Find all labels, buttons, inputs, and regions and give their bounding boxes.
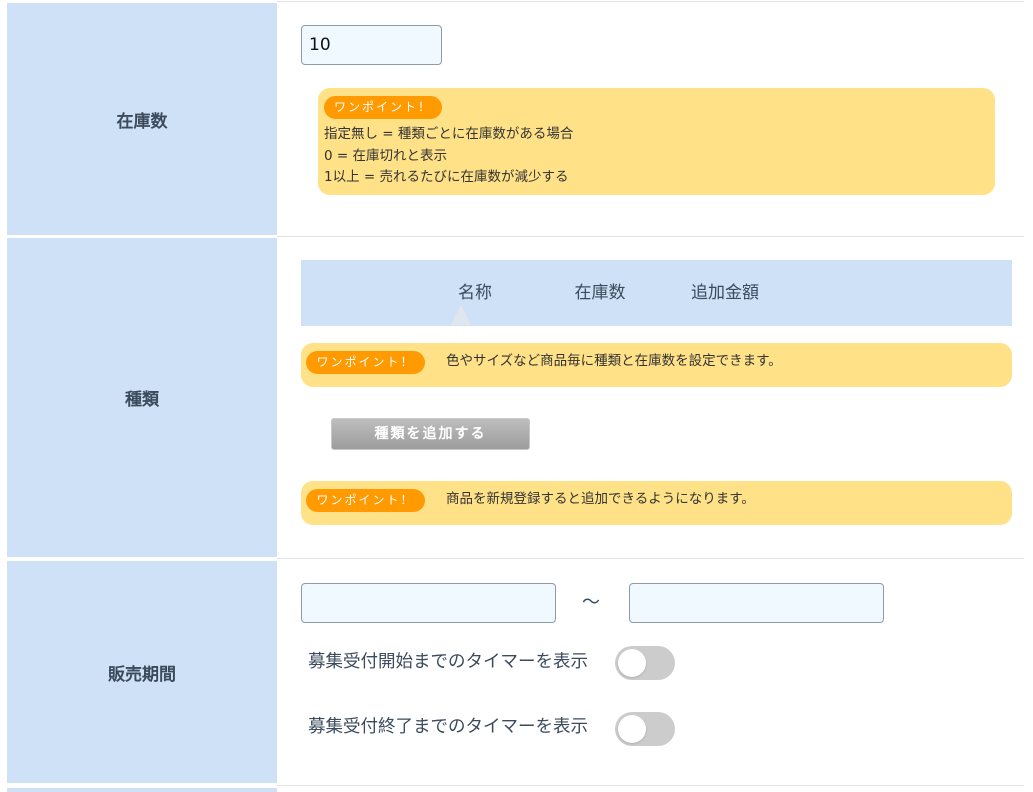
column-header-stock: 在庫数 bbox=[574, 283, 626, 303]
sale-end-input[interactable] bbox=[629, 583, 884, 623]
tip-badge: ワンポイント！ bbox=[306, 351, 425, 374]
row-divider bbox=[277, 236, 1024, 237]
tip-line: 0 = 在庫切れと表示 bbox=[324, 147, 447, 164]
stock-tip-lines: 指定無し = 種類ごとに在庫数がある場合 0 = 在庫切れと表示 1以上 = 売… bbox=[324, 124, 573, 189]
timer-start-label: 募集受付開始までのタイマーを表示 bbox=[308, 652, 588, 672]
next-row bbox=[0, 788, 1033, 792]
sale-start-input[interactable] bbox=[301, 583, 556, 623]
sale-period-label: 販売期間 bbox=[7, 561, 277, 783]
tip-line: 指定無し = 種類ごとに在庫数がある場合 bbox=[324, 126, 574, 142]
timer-end-label: 募集受付終了までのタイマーを表示 bbox=[308, 717, 588, 737]
row-divider bbox=[277, 558, 1024, 559]
variants-label: 種類 bbox=[7, 238, 277, 557]
tip-text: 商品を新規登録すると追加できるようになります。 bbox=[446, 491, 755, 507]
variants-note-box: ワンポイント！ 商品を新規登録すると追加できるようになります。 bbox=[301, 481, 1012, 525]
toggle-knob bbox=[618, 649, 646, 677]
row-divider bbox=[277, 785, 1024, 786]
stock-tip-box: ワンポイント！ 指定無し = 種類ごとに在庫数がある場合 0 = 在庫切れと表示… bbox=[318, 88, 995, 195]
sale-period-row: 販売期間 〜 募集受付開始までのタイマーを表示 募集受付終了までのタイマーを表示 bbox=[0, 561, 1033, 785]
add-variant-button[interactable]: 種類を追加する bbox=[331, 418, 530, 450]
tip-badge: ワンポイント！ bbox=[324, 96, 442, 119]
product-form: 在庫数 ワンポイント！ 指定無し = 種類ごとに在庫数がある場合 0 = 在庫切… bbox=[0, 0, 1033, 792]
caret-up-icon bbox=[451, 305, 471, 325]
tip-badge: ワンポイント！ bbox=[306, 489, 425, 512]
stock-quantity-input[interactable] bbox=[301, 25, 442, 65]
range-separator: 〜 bbox=[582, 592, 600, 613]
variants-row: 種類 名称 在庫数 追加金額 ワンポイント！ 色やサイズなど商品毎に種類と在庫数… bbox=[0, 238, 1033, 558]
tip-line: 1以上 = 売れるたびに在庫数が減少する bbox=[324, 169, 569, 185]
stock-label: 在庫数 bbox=[7, 3, 277, 235]
tip-text: 色やサイズなど商品毎に種類と在庫数を設定できます。 bbox=[446, 353, 782, 369]
next-row-label-cell bbox=[7, 788, 277, 792]
variants-tip-box: ワンポイント！ 色やサイズなど商品毎に種類と在庫数を設定できます。 bbox=[301, 343, 1012, 387]
toggle-knob bbox=[618, 715, 646, 743]
timer-start-toggle[interactable] bbox=[615, 646, 675, 680]
variants-table-header: 名称 在庫数 追加金額 bbox=[301, 260, 1012, 326]
timer-end-toggle[interactable] bbox=[615, 712, 675, 746]
column-header-extra-price: 追加金額 bbox=[691, 283, 759, 303]
stock-row: 在庫数 ワンポイント！ 指定無し = 種類ごとに在庫数がある場合 0 = 在庫切… bbox=[0, 0, 1033, 236]
